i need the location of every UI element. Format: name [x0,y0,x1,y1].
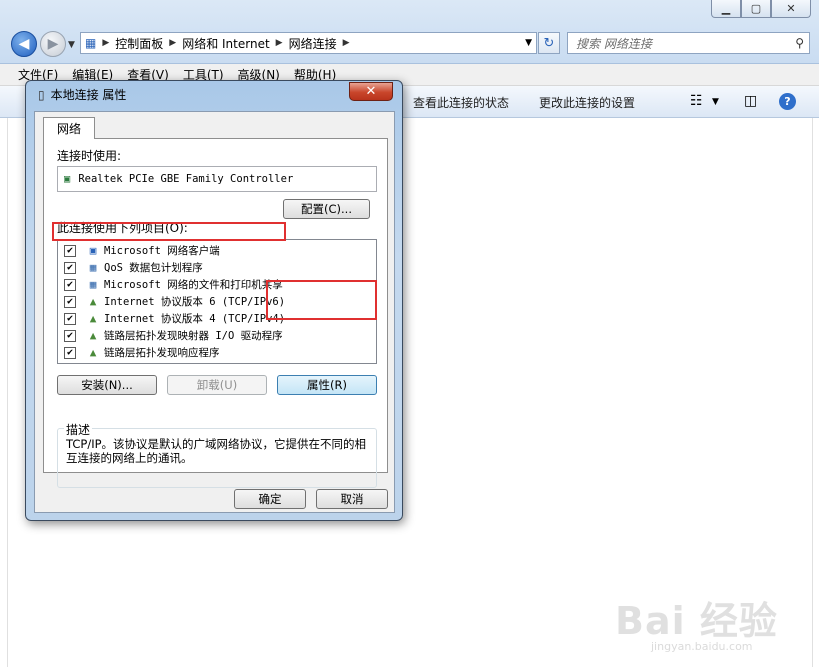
breadcrumb-network-connections[interactable]: 网络连接 [289,35,337,52]
item-label: Microsoft 网络客户端 [104,245,220,257]
search-icon[interactable]: ⚲ [795,36,804,50]
breadcrumb-control-panel[interactable]: 控制面板 [115,35,163,52]
dialog-title: 本地连接 属性 [50,88,127,102]
item-label: Internet 协议版本 6 (TCP/IPv6) [104,296,286,308]
search-input[interactable]: 搜索 网络连接 ⚲ [567,32,810,54]
dialog-body: 网络 连接时使用: ▣ Realtek PCIe GBE Family Cont… [34,111,395,513]
list-item[interactable]: ✔ ▲ 链路层拓扑发现映射器 I/O 驱动程序 [58,327,376,344]
adapter-name: Realtek PCIe GBE Family Controller [78,173,294,185]
list-item[interactable]: ✔ ▲ Internet 协议版本 6 (TCP/IPv6) [58,293,376,310]
tab-network[interactable]: 网络 [43,117,95,139]
view-dropdown-icon[interactable]: ▼ [712,97,719,107]
preview-pane-icon[interactable]: ◫ [744,93,757,109]
item-label: 链路层拓扑发现映射器 I/O 驱动程序 [104,330,283,342]
network-card-icon: ▣ [64,173,71,185]
content-pane-edge [812,118,819,667]
list-item[interactable]: ✔ ▦ Microsoft 网络的文件和打印机共享 [58,276,376,293]
network-client-icon: ▣ [89,244,97,257]
view-options-icon[interactable]: ☷ [690,93,703,109]
description-label: 描述 [64,421,93,438]
breadcrumb-separator: ▶ [342,38,350,48]
checkbox[interactable]: ✔ [64,244,76,257]
ok-button[interactable]: 确定 [234,489,306,509]
back-button[interactable]: ◀ [11,31,37,57]
arrow-left-icon: ◀ [18,36,30,52]
local-connection-properties-dialog: ▯ 本地连接 属性 ✕ 网络 连接时使用: ▣ Realtek PCIe GBE… [25,80,403,521]
refresh-button[interactable]: ↻ [538,32,560,54]
adapter-field: ▣ Realtek PCIe GBE Family Controller [57,166,377,192]
dialog-titlebar: ▯ 本地连接 属性 [38,86,126,103]
watermark-brand: Bai 经验 [615,599,778,643]
checkbox[interactable]: ✔ [64,261,76,274]
close-window-button[interactable]: ✕ [771,0,811,18]
list-item[interactable]: ✔ ▣ Microsoft 网络客户端 [58,242,376,259]
protocol-icon: ▲ [89,346,97,359]
item-label: Internet 协议版本 4 (TCP/IPv4) [104,313,286,325]
refresh-icon: ↻ [543,35,555,51]
qos-icon: ▦ [89,261,97,274]
item-label: Microsoft 网络的文件和打印机共享 [104,279,283,291]
checkbox[interactable]: ✔ [64,312,76,325]
cancel-button[interactable]: 取消 [316,489,388,509]
protocol-icon: ▲ [89,329,97,342]
baidu-watermark: Bai 经验 jingyan.baidu.com [615,580,805,660]
maximize-button[interactable]: ▢ [741,0,771,18]
dialog-close-button[interactable]: ✕ [349,82,393,101]
search-placeholder: 搜索 网络连接 [576,36,652,51]
history-dropdown[interactable]: ▼ [68,40,75,50]
close-icon: ✕ [365,84,377,99]
properties-button[interactable]: 属性(R) [277,375,377,395]
help-icon[interactable]: ? [779,93,796,110]
connect-using-label: 连接时使用: [57,149,122,163]
change-settings-command[interactable]: 更改此连接的设置 [539,94,635,111]
description-group: 描述 TCP/IP。该协议是默认的广域网络协议，它提供在不同的相互连接的网络上的… [57,421,377,488]
uninstall-button: 卸载(U) [167,375,267,395]
control-panel-icon: ▦ [85,36,97,50]
window-controls: ▁ ▢ ✕ [711,0,811,18]
forward-button[interactable]: ▶ [40,31,66,57]
description-text: TCP/IP。该协议是默认的广域网络协议，它提供在不同的相互连接的网络上的通讯。 [66,437,367,465]
checkbox[interactable]: ✔ [64,295,76,308]
components-list: ✔ ▣ Microsoft 网络客户端 ✔ ▦ QoS 数据包计划程序 ✔ ▦ … [57,239,377,364]
protocol-icon: ▲ [89,312,97,325]
breadcrumb-separator: ▶ [169,38,177,48]
arrow-right-icon: ▶ [47,36,59,52]
explorer-titlebar: ▁ ▢ ✕ ◀ ▶ ▼ ▦ ▶ 控制面板 ▶ 网络和 Internet ▶ 网络… [0,0,819,64]
configure-button[interactable]: 配置(C)... [283,199,370,219]
breadcrumb-network-internet[interactable]: 网络和 Internet [182,35,269,52]
breadcrumb-separator: ▶ [275,38,283,48]
list-item-ipv4[interactable]: ✔ ▲ Internet 协议版本 4 (TCP/IPv4) [58,310,376,327]
address-dropdown-icon[interactable]: ▼ [525,38,532,48]
item-label: 链路层拓扑发现响应程序 [104,347,220,359]
checkbox[interactable]: ✔ [64,346,76,359]
network-adapter-icon: ▯ [38,87,45,102]
minimize-button[interactable]: ▁ [711,0,741,18]
protocol-icon: ▲ [89,295,97,308]
breadcrumb-separator: ▶ [102,38,110,48]
list-item[interactable]: ✔ ▲ 链路层拓扑发现响应程序 [58,344,376,361]
address-bar[interactable]: ▦ ▶ 控制面板 ▶ 网络和 Internet ▶ 网络连接 ▶ ▼ [80,32,537,54]
list-item[interactable]: ✔ ▦ QoS 数据包计划程序 [58,259,376,276]
install-button[interactable]: 安装(N)... [57,375,157,395]
view-status-command[interactable]: 查看此连接的状态 [413,94,509,111]
checkbox[interactable]: ✔ [64,329,76,342]
content-pane-edge [0,118,8,667]
item-label: QoS 数据包计划程序 [104,262,203,274]
watermark-url: jingyan.baidu.com [651,640,753,653]
checkbox[interactable]: ✔ [64,278,76,291]
file-share-icon: ▦ [89,278,97,291]
network-tab-page: 连接时使用: ▣ Realtek PCIe GBE Family Control… [43,138,388,488]
items-label: 此连接使用下列项目(O): [57,221,188,235]
